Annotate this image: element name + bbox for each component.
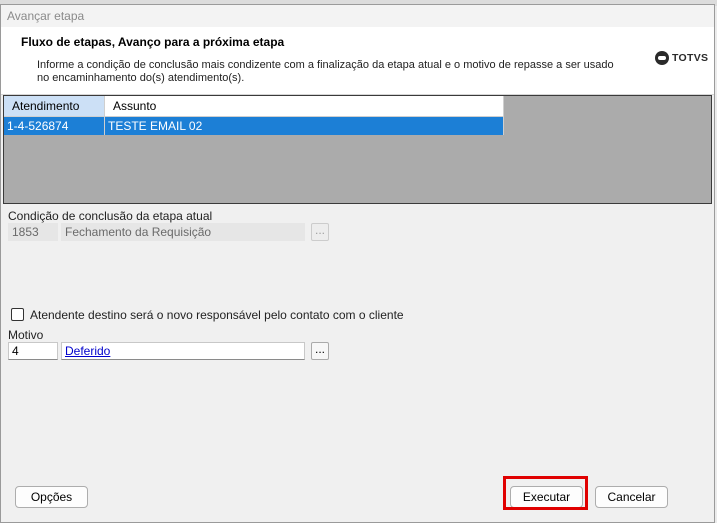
motivo-label: Motivo xyxy=(8,328,44,342)
condicao-lookup-button: ... xyxy=(311,223,329,241)
column-header-atendimento[interactable]: Atendimento xyxy=(4,96,105,117)
condicao-label: Condição de conclusão da etapa atual xyxy=(8,209,213,223)
cancelar-button[interactable]: Cancelar xyxy=(595,486,668,508)
atendimentos-table: Atendimento Assunto 1-4-526874 TESTE EMA… xyxy=(4,96,504,135)
motivo-lookup-button[interactable]: ... xyxy=(311,342,329,360)
condicao-code-field: 1853 xyxy=(8,223,58,241)
header-description: Informe a condição de conclusão mais con… xyxy=(37,59,614,84)
dialog-window: Avançar etapa Fluxo de etapas, Avanço pa… xyxy=(0,4,715,523)
motivo-description-field[interactable]: Deferido xyxy=(61,342,305,360)
column-header-assunto[interactable]: Assunto xyxy=(104,96,504,117)
novo-responsavel-checkbox[interactable] xyxy=(11,308,24,321)
motivo-code-input[interactable]: 4 xyxy=(8,342,58,360)
window-title: Avançar etapa xyxy=(1,5,714,27)
opcoes-button[interactable]: Opções xyxy=(15,486,88,508)
header-title: Fluxo de etapas, Avanço para a próxima e… xyxy=(21,35,285,49)
atendimentos-grid[interactable]: Atendimento Assunto 1-4-526874 TESTE EMA… xyxy=(3,95,712,204)
totvs-logo: TOTVS xyxy=(655,51,708,65)
cell-atendimento[interactable]: 1-4-526874 xyxy=(4,116,105,135)
motivo-description-link[interactable]: Deferido xyxy=(65,344,110,358)
cell-assunto[interactable]: TESTE EMAIL 02 xyxy=(104,116,504,135)
condicao-description-field: Fechamento da Requisição xyxy=(61,223,305,241)
logo-text: TOTVS xyxy=(672,52,709,64)
executar-highlight-box xyxy=(503,476,588,510)
novo-responsavel-label[interactable]: Atendente destino será o novo responsáve… xyxy=(30,308,404,322)
totvs-logo-icon xyxy=(655,51,669,65)
table-row[interactable]: 1-4-526874 TESTE EMAIL 02 xyxy=(4,116,504,135)
dialog-header: Fluxo de etapas, Avanço para a próxima e… xyxy=(1,27,714,95)
